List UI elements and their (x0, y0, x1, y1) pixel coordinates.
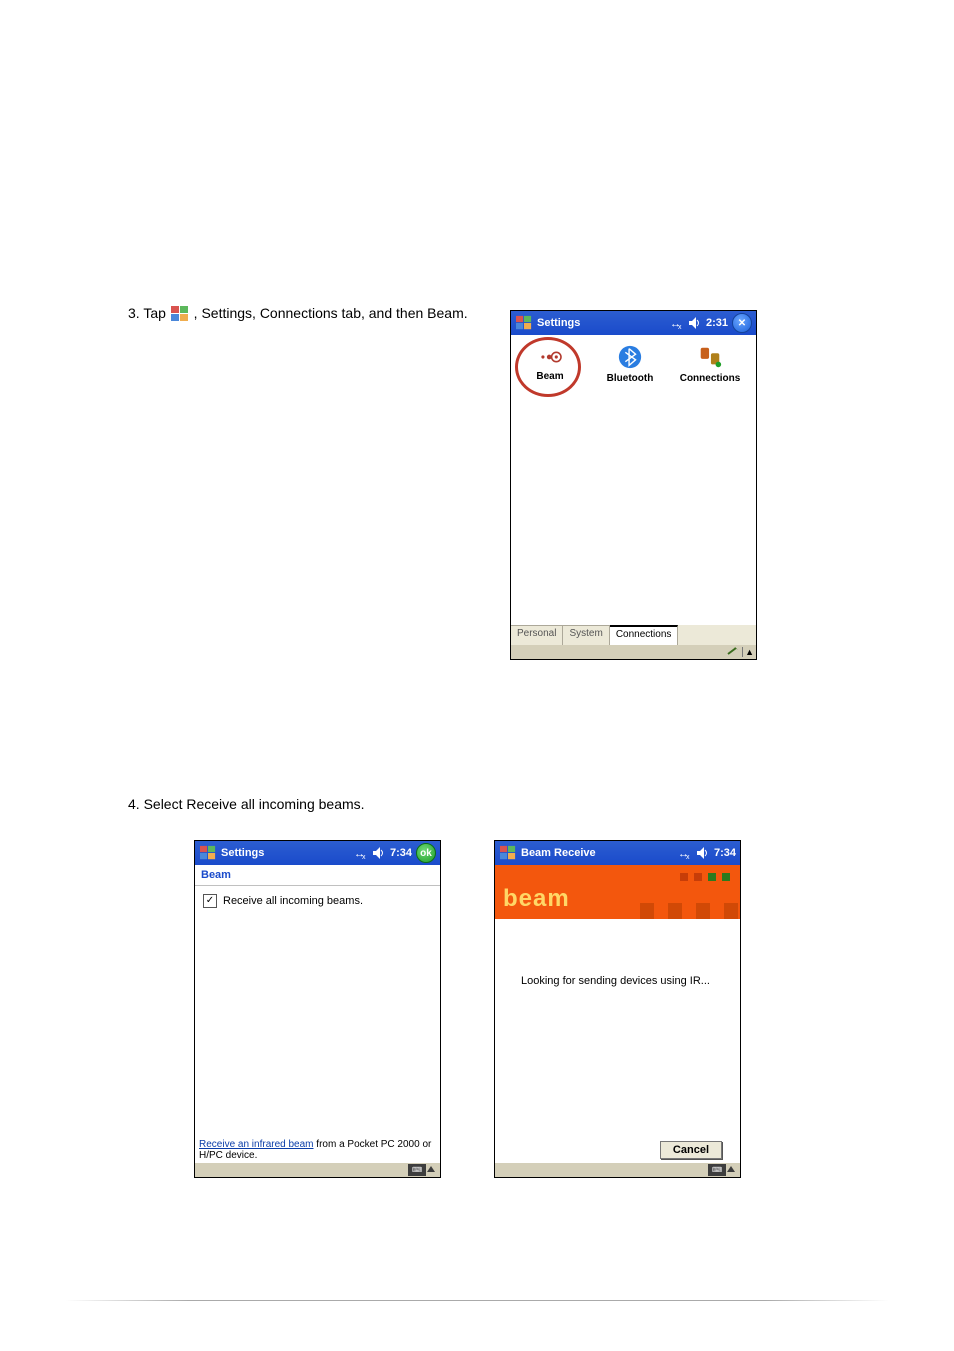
screenshot-beam-receive: Beam Receive ↔x 7:34 (494, 840, 741, 1178)
content-area: Beam Bluetooth (511, 335, 756, 625)
title-text: Beam Receive (521, 847, 596, 859)
cancel-button[interactable]: Cancel (660, 1141, 722, 1159)
windows-flag-icon (170, 305, 190, 323)
screenshot-settings-connections: Settings ↔x 2:31 ✕ (510, 310, 757, 660)
receive-infrared-link[interactable]: Receive an infrared beam (199, 1139, 314, 1150)
clock[interactable]: 2:31 (706, 317, 728, 329)
footer-divider (65, 1300, 889, 1301)
start-flag-icon[interactable] (198, 844, 218, 862)
connectivity-icon[interactable]: ↔x (670, 316, 684, 330)
sip-keyboard-icon[interactable]: ⌨ (408, 1164, 426, 1176)
checkbox-icon[interactable]: ✓ (203, 894, 217, 908)
start-flag-icon[interactable] (514, 314, 534, 332)
close-button[interactable]: ✕ (732, 313, 752, 333)
footnote: Receive an infrared beam from a Pocket P… (199, 1139, 436, 1161)
step3-suffix: , Settings, Connections tab, and then Be… (194, 305, 468, 321)
screenshot-beam-settings: Settings ↔x 7:34 ok Beam ✓ Receive all i… (194, 840, 441, 1178)
clock[interactable]: 7:34 (390, 847, 412, 859)
connections-label: Connections (680, 373, 741, 384)
connections-icon-cell[interactable]: Connections (673, 343, 747, 384)
connectivity-icon[interactable]: ↔x (354, 846, 368, 860)
banner-stripes (640, 903, 740, 919)
beam-banner: beam (495, 865, 740, 919)
sip-icon[interactable] (726, 646, 740, 659)
tab-personal[interactable]: Personal (511, 625, 563, 645)
beam-icon (535, 343, 565, 371)
volume-icon[interactable] (696, 846, 710, 860)
title-text: Settings (537, 317, 580, 329)
svg-text:x: x (678, 324, 682, 330)
instruction-step-4: 4. Select Receive all incoming beams. (128, 795, 628, 814)
instruction-step-3: 3. Tap , Settings, Connections tab, and … (128, 304, 498, 323)
start-flag-icon[interactable] (498, 844, 518, 862)
connectivity-icon[interactable]: ↔x (678, 846, 692, 860)
step3-prefix: 3. Tap (128, 305, 170, 321)
tab-connections[interactable]: Connections (610, 625, 679, 645)
beam-icon-cell[interactable]: Beam (513, 343, 587, 382)
checkbox-row[interactable]: ✓ Receive all incoming beams. (195, 886, 440, 916)
titlebar: Beam Receive ↔x 7:34 (495, 841, 740, 865)
titlebar: Settings ↔x 2:31 ✕ (511, 311, 756, 335)
svg-text:x: x (362, 854, 366, 860)
svg-text:x: x (686, 854, 690, 860)
status-text: Looking for sending devices using IR... (521, 975, 720, 987)
bluetooth-icon (615, 343, 645, 371)
beam-label: Beam (536, 371, 563, 382)
tab-row: Personal System Connections (511, 625, 756, 645)
clock[interactable]: 7:34 (714, 847, 736, 859)
connections-icon (695, 343, 725, 371)
bluetooth-icon-cell[interactable]: Bluetooth (593, 343, 667, 384)
banner-word: beam (503, 885, 570, 913)
titlebar: Settings ↔x 7:34 ok (195, 841, 440, 865)
title-text: Settings (221, 847, 264, 859)
bottom-bar: ⌨ (195, 1163, 440, 1177)
content-area: Beam ✓ Receive all incoming beams. Recei… (195, 865, 440, 1163)
ok-button[interactable]: ok (416, 843, 436, 863)
sip-keyboard-icon[interactable]: ⌨ (708, 1164, 726, 1176)
banner-dots (680, 873, 730, 881)
volume-icon[interactable] (372, 846, 386, 860)
bottom-bar: ⌨ (495, 1163, 740, 1177)
checkbox-label: Receive all incoming beams. (223, 895, 363, 907)
up-caret-icon[interactable]: ▲ (745, 647, 754, 657)
bottom-bar: ▲ (511, 645, 756, 659)
volume-icon[interactable] (688, 316, 702, 330)
page-header: Beam (195, 865, 440, 886)
content-area: beam Looking for sending devices using I… (495, 865, 740, 1163)
bluetooth-label: Bluetooth (607, 373, 654, 384)
tab-system[interactable]: System (563, 625, 609, 645)
